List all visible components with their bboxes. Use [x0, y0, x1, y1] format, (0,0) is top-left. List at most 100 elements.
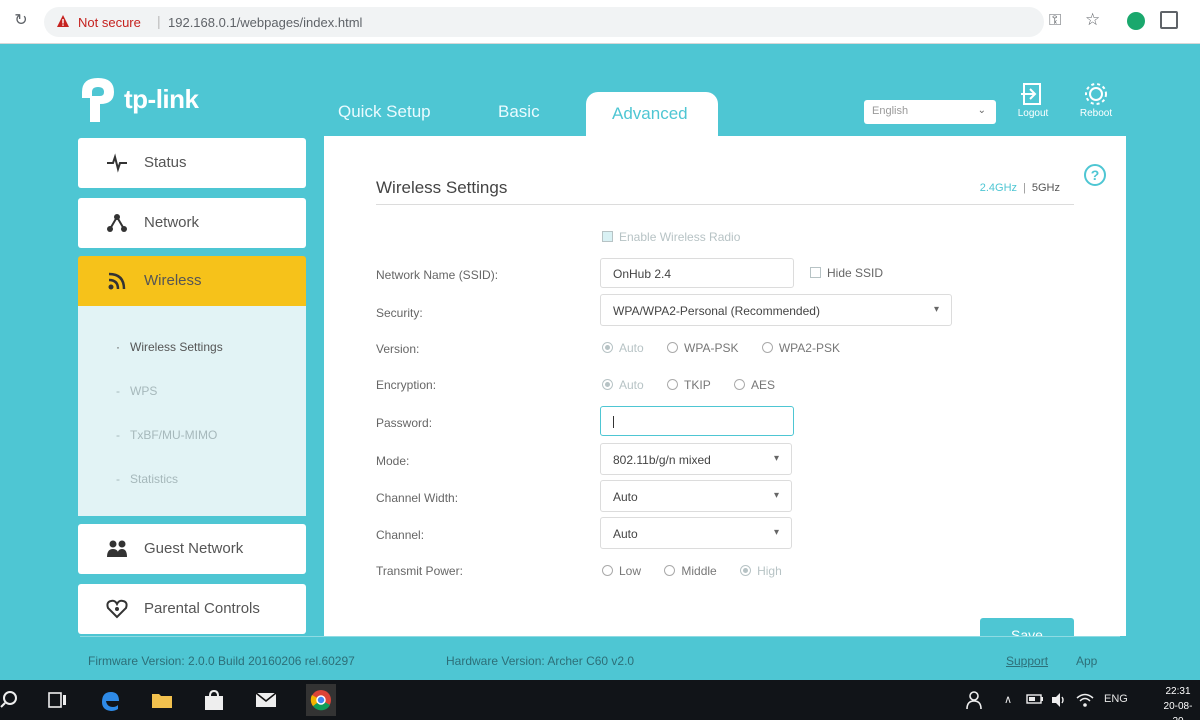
radio-icon: [664, 565, 676, 576]
wifi-icon: [108, 272, 126, 290]
folder-icon[interactable]: [150, 688, 174, 712]
battery-icon[interactable]: [1026, 692, 1044, 706]
tab-advanced[interactable]: Advanced: [586, 92, 718, 140]
wireless-settings-panel: Wireless Settings 2.4GHz | 5GHz ? Enable W…: [324, 136, 1126, 654]
checkbox-icon: [602, 231, 613, 242]
radio-version-wpa2-psk[interactable]: WPA2-PSK: [761, 341, 840, 355]
enable-wireless-radio-checkbox[interactable]: Enable Wireless Radio: [602, 230, 740, 244]
ssid-value: OnHub 2.4: [613, 267, 672, 281]
chevron-up-icon[interactable]: ∧: [1004, 693, 1012, 706]
task-view-icon[interactable]: [46, 688, 70, 712]
volume-icon[interactable]: [1050, 692, 1068, 708]
submenu-txbf[interactable]: - TxBF/MU-MIMO: [116, 428, 218, 442]
browser-toolbar: ↻ Not secure | 192.168.0.1/webpages/inde…: [0, 0, 1200, 44]
help-icon[interactable]: ?: [1084, 164, 1106, 186]
tab-basic[interactable]: Basic: [498, 102, 540, 122]
reload-icon[interactable]: ↻: [12, 12, 30, 30]
channel-label: Channel:: [376, 528, 425, 542]
brand-name: tp-link: [124, 84, 199, 114]
radio-label: AES: [751, 378, 776, 392]
system-clock[interactable]: 22:31 20-08-20: [1158, 684, 1198, 720]
clock-date: 20-08-20: [1163, 701, 1193, 720]
store-icon[interactable]: [202, 688, 226, 712]
wifi-tray-icon[interactable]: [1076, 692, 1094, 708]
radio-label: WPA2-PSK: [778, 341, 840, 355]
hide-ssid-checkbox[interactable]: Hide SSID: [810, 266, 883, 280]
submenu-statistics[interactable]: - Statistics: [116, 472, 179, 486]
transmit-power-radio-group: Low Middle High: [602, 564, 802, 578]
radio-icon: [602, 565, 613, 576]
security-label: Not secure: [78, 15, 141, 30]
radio-encryption-auto[interactable]: Auto: [602, 378, 644, 392]
radio-power-middle[interactable]: Middle: [664, 564, 717, 578]
radio-power-high[interactable]: High: [740, 564, 782, 578]
radio-power-low[interactable]: Low: [602, 564, 641, 578]
sidebar-item-parental-controls[interactable]: Parental Controls: [78, 584, 306, 634]
submenu-label: WPS: [130, 384, 158, 398]
ssid-label: Network Name (SSID):: [376, 268, 499, 282]
support-link[interactable]: Support: [1006, 654, 1048, 668]
radio-label: Middle: [681, 564, 717, 578]
page-footer: Firmware Version: 2.0.0 Build 20160206 r…: [0, 636, 1200, 680]
password-input[interactable]: [600, 406, 794, 436]
band-24ghz-link[interactable]: 2.4GHz: [980, 182, 1017, 194]
radio-version-wpa-psk[interactable]: WPA-PSK: [667, 341, 738, 355]
radio-icon: [761, 342, 773, 353]
band-5ghz-link[interactable]: 5GHz: [1032, 182, 1060, 194]
firmware-version: Firmware Version: 2.0.0 Build 20160206 r…: [88, 654, 355, 668]
url-text[interactable]: 192.168.0.1/webpages/index.html: [168, 15, 362, 30]
sidebar-item-guest-network[interactable]: Guest Network: [78, 524, 306, 574]
people-icon[interactable]: [964, 690, 984, 710]
key-icon[interactable]: ⚿: [1049, 12, 1061, 30]
gear-icon: [1085, 83, 1107, 105]
chrome-icon[interactable]: [306, 684, 336, 716]
security-value: WPA/WPA2-Personal (Recommended): [613, 304, 820, 318]
tab-quick-setup[interactable]: Quick Setup: [338, 102, 431, 122]
sidebar-item-network[interactable]: Network: [78, 198, 306, 248]
channel-width-value: Auto: [613, 490, 638, 504]
radio-encryption-tkip[interactable]: TKIP: [667, 378, 711, 392]
submenu-label: Statistics: [130, 472, 179, 486]
reboot-button[interactable]: Reboot: [1076, 82, 1116, 122]
radio-icon: [602, 342, 613, 353]
caret-down-icon: ▾: [933, 304, 939, 315]
pulse-icon: [107, 153, 127, 173]
channel-select[interactable]: Auto ▾: [600, 517, 792, 549]
language-select[interactable]: English ⌄: [864, 100, 996, 124]
extension-icon[interactable]: [1160, 11, 1178, 29]
chevron-down-icon: ⌄: [977, 105, 986, 116]
hardware-version: Hardware Version: Archer C60 v2.0: [446, 654, 635, 668]
clock-time: 22:31: [1165, 686, 1191, 697]
bullet: -: [116, 384, 120, 398]
address-bar[interactable]: Not secure | 192.168.0.1/webpages/index.…: [44, 7, 1044, 37]
search-icon[interactable]: [0, 688, 24, 712]
radio-encryption-aes[interactable]: AES: [734, 378, 775, 392]
logout-button[interactable]: Logout: [1013, 82, 1053, 122]
submenu-wireless-settings[interactable]: · Wireless Settings: [116, 340, 223, 354]
channel-width-select[interactable]: Auto ▾: [600, 480, 792, 512]
reboot-label: Reboot: [1079, 108, 1113, 119]
checkbox-icon: [810, 267, 821, 278]
sidebar-item-status[interactable]: Status: [78, 138, 306, 188]
submenu-wps[interactable]: - WPS: [116, 384, 158, 398]
encryption-label: Encryption:: [376, 378, 437, 392]
windows-taskbar: ∧ ENG 22:31 20-08-20: [0, 680, 1200, 720]
mode-select[interactable]: 802.11b/g/n mixed ▾: [600, 443, 792, 475]
input-language[interactable]: ENG: [1104, 693, 1128, 705]
checkbox-label: Hide SSID: [827, 266, 884, 280]
submenu-label: TxBF/MU-MIMO: [130, 428, 218, 442]
bullet: ·: [116, 340, 120, 354]
sidebar-item-wireless[interactable]: Wireless: [78, 256, 306, 306]
star-icon[interactable]: ☆: [1085, 10, 1100, 30]
sidebar-item-label: Wireless: [144, 272, 202, 289]
ssid-input[interactable]: OnHub 2.4: [600, 258, 794, 288]
edge-icon[interactable]: [98, 688, 122, 712]
security-select[interactable]: WPA/WPA2-Personal (Recommended) ▾: [600, 294, 952, 326]
radio-icon: [740, 565, 752, 576]
profile-icon[interactable]: [1127, 12, 1145, 30]
app-link[interactable]: App: [1076, 654, 1097, 668]
mail-icon[interactable]: [254, 688, 278, 712]
channel-value: Auto: [613, 527, 638, 541]
network-icon: [107, 214, 127, 232]
radio-version-auto[interactable]: Auto: [602, 341, 644, 355]
